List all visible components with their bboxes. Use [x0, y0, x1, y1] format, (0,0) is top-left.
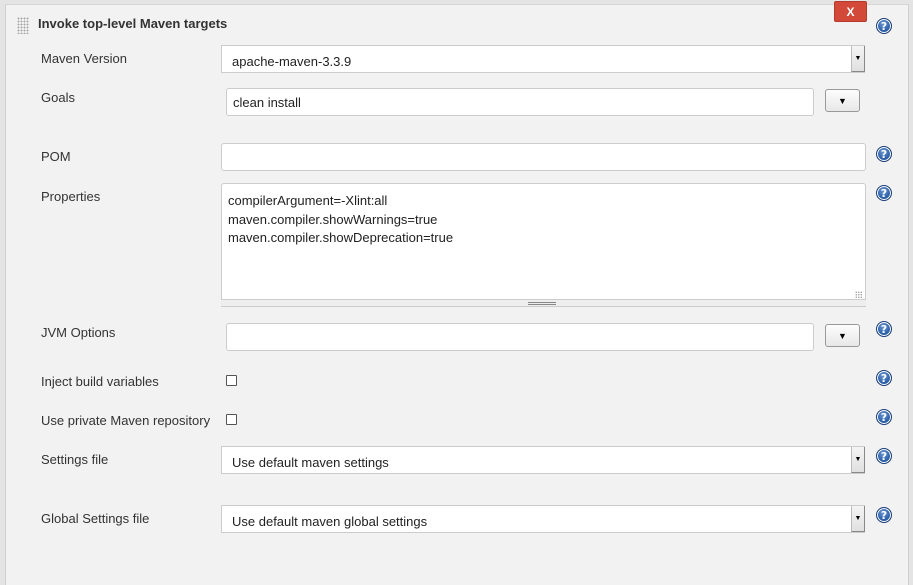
goals-input[interactable] — [226, 88, 814, 116]
resize-handle-icon[interactable] — [528, 302, 556, 305]
help-icon[interactable]: ? — [876, 448, 892, 464]
resize-corner-icon[interactable] — [855, 291, 863, 299]
use-private-repo-label: Use private Maven repository — [41, 413, 211, 428]
settings-file-select[interactable]: Use default maven settings ▼ — [221, 446, 865, 474]
help-icon[interactable]: ? — [876, 507, 892, 523]
pom-label: POM — [41, 149, 71, 164]
jvm-options-input[interactable] — [226, 323, 814, 351]
global-settings-file-label: Global Settings file — [41, 511, 150, 526]
chevron-down-icon[interactable]: ▼ — [851, 506, 865, 532]
help-icon[interactable]: ? — [876, 185, 892, 201]
goals-expand-button[interactable]: ▼ — [825, 89, 860, 112]
pom-input[interactable] — [221, 143, 866, 171]
textarea-resize-bar[interactable] — [221, 299, 866, 307]
delete-step-button[interactable]: X — [834, 1, 867, 22]
properties-textarea[interactable]: compilerArgument=-Xlint:all maven.compil… — [221, 183, 866, 307]
expand-arrow-icon: ▼ — [838, 330, 847, 341]
chevron-down-icon[interactable]: ▼ — [851, 447, 865, 473]
settings-file-label: Settings file — [41, 452, 109, 467]
maven-version-select[interactable]: apache-maven-3.3.9 ▼ — [221, 45, 865, 73]
expand-arrow-icon: ▼ — [838, 95, 847, 106]
help-icon[interactable]: ? — [876, 18, 892, 34]
properties-label: Properties — [41, 189, 101, 204]
global-settings-file-select[interactable]: Use default maven global settings ▼ — [221, 505, 865, 533]
help-icon[interactable]: ? — [876, 409, 892, 425]
chevron-down-icon[interactable]: ▼ — [851, 46, 865, 72]
help-icon[interactable]: ? — [876, 146, 892, 162]
jvm-options-label: JVM Options — [41, 325, 116, 340]
jvm-options-expand-button[interactable]: ▼ — [825, 324, 860, 347]
drag-handle-icon[interactable] — [17, 17, 29, 34]
properties-value: compilerArgument=-Xlint:all maven.compil… — [228, 193, 454, 245]
inject-build-variables-label: Inject build variables — [41, 374, 159, 389]
global-settings-file-value: Use default maven global settings — [232, 514, 428, 529]
inject-build-variables-checkbox[interactable] — [226, 375, 237, 386]
section-title: Invoke top-level Maven targets — [38, 16, 228, 31]
maven-version-label: Maven Version — [41, 51, 127, 66]
help-icon[interactable]: ? — [876, 370, 892, 386]
use-private-repo-checkbox[interactable] — [226, 414, 237, 425]
goals-label: Goals — [41, 90, 75, 105]
settings-file-value: Use default maven settings — [232, 455, 389, 470]
help-icon[interactable]: ? — [876, 321, 892, 337]
maven-version-value: apache-maven-3.3.9 — [232, 54, 352, 69]
